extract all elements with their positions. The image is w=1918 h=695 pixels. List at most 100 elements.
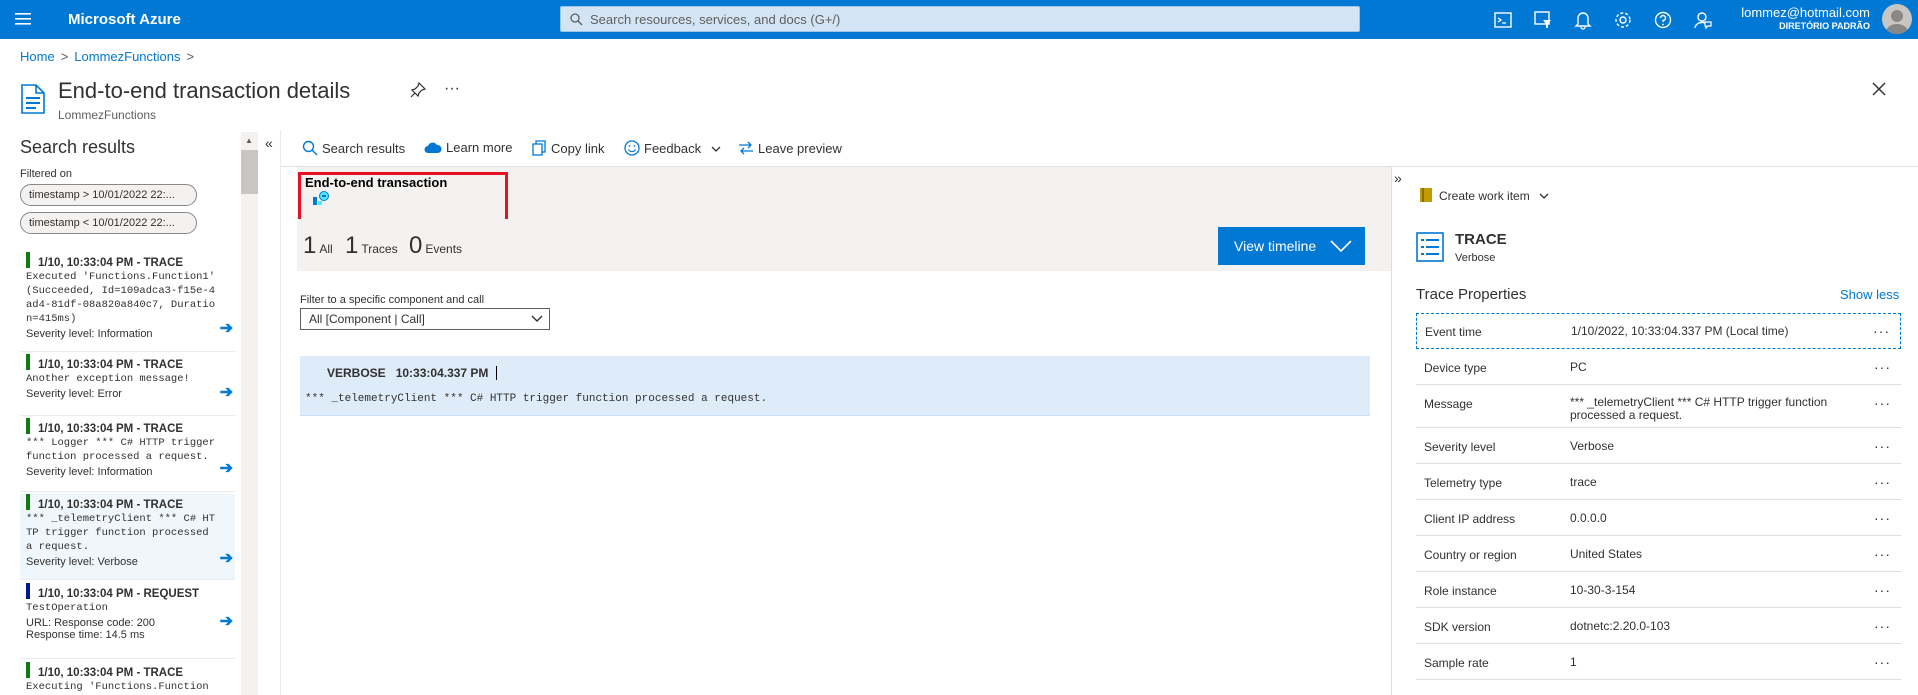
arrow-right-icon: ➔ bbox=[219, 384, 233, 401]
property-row[interactable]: Device type PC ··· bbox=[1416, 349, 1901, 385]
list-item-meta: Severity level: Information bbox=[26, 466, 153, 478]
list-item[interactable]: 1/10, 10:33:04 PM - TRACE Executed 'Func… bbox=[20, 252, 235, 352]
search-icon bbox=[302, 140, 318, 156]
filtered-on-label: Filtered on bbox=[20, 168, 72, 180]
arrow-right-icon: ➔ bbox=[219, 613, 233, 630]
property-row[interactable]: SDK version dotnetc:2.20.0-103 ··· bbox=[1416, 608, 1901, 644]
list-item[interactable]: 1/10, 10:33:04 PM - TRACE Another except… bbox=[20, 354, 235, 416]
breadcrumb-resource[interactable]: LommezFunctions bbox=[74, 49, 180, 64]
breadcrumb-separator: > bbox=[60, 49, 69, 64]
count-all-label: All bbox=[319, 242, 333, 256]
property-more-button[interactable]: ··· bbox=[1874, 582, 1891, 598]
search-input[interactable]: Search resources, services, and docs (G+… bbox=[560, 6, 1360, 32]
list-item-header: 1/10, 10:33:04 PM - TRACE bbox=[26, 662, 235, 679]
list-item[interactable]: 1/10, 10:33:04 PM - REQUEST TestOperatio… bbox=[20, 583, 235, 659]
property-row[interactable]: Role instance 10-30-3-154 ··· bbox=[1416, 572, 1901, 608]
property-more-button[interactable]: ··· bbox=[1873, 323, 1890, 339]
chevron-down-icon bbox=[531, 315, 543, 322]
page-subtitle: LommezFunctions bbox=[58, 108, 157, 122]
scrollbar-thumb[interactable] bbox=[241, 150, 258, 194]
notifications-icon[interactable] bbox=[1573, 10, 1593, 30]
property-more-button[interactable]: ··· bbox=[1874, 359, 1891, 375]
property-more-button[interactable]: ··· bbox=[1874, 546, 1891, 562]
trace-list-icon bbox=[1416, 232, 1444, 262]
trace-entry[interactable]: VERBOSE 10:33:04.337 PM *** _telemetryCl… bbox=[300, 356, 1370, 416]
property-row[interactable]: Telemetry type trace ··· bbox=[1416, 464, 1901, 500]
menu-icon[interactable] bbox=[14, 10, 32, 28]
account-menu[interactable]: lommez@hotmail.com DIRETÓRIO PADRÃO bbox=[1741, 5, 1870, 31]
list-item-selected[interactable]: 1/10, 10:33:04 PM - TRACE *** _telemetry… bbox=[20, 494, 235, 580]
property-row[interactable]: Severity level Verbose ··· bbox=[1416, 428, 1901, 464]
property-value: *** _telemetryClient *** C# HTTP trigger… bbox=[1570, 395, 1828, 422]
property-key: Event time bbox=[1425, 325, 1482, 339]
leave-preview-button[interactable]: Leave preview bbox=[738, 140, 842, 156]
property-more-button[interactable]: ··· bbox=[1874, 438, 1891, 454]
view-timeline-button[interactable]: View timeline bbox=[1218, 227, 1365, 265]
list-item[interactable]: 1/10, 10:33:04 PM - TRACE *** Logger ***… bbox=[20, 418, 235, 492]
search-results-button[interactable]: Search results bbox=[302, 140, 405, 156]
list-item-body: TestOperation bbox=[26, 602, 108, 614]
property-key: SDK version bbox=[1424, 620, 1491, 634]
list-item[interactable]: 1/10, 10:33:04 PM - TRACE Executing 'Fun… bbox=[20, 662, 235, 695]
expand-panel-icon[interactable]: » bbox=[1394, 170, 1402, 186]
property-row[interactable]: Client IP address 0.0.0.0 ··· bbox=[1416, 500, 1901, 536]
breadcrumb: Home > LommezFunctions > bbox=[20, 49, 200, 64]
search-placeholder: Search resources, services, and docs (G+… bbox=[590, 12, 841, 27]
close-icon[interactable] bbox=[1872, 82, 1886, 96]
page-title: End-to-end transaction details bbox=[58, 78, 351, 103]
list-item-meta: Response time: 14.5 ms bbox=[26, 629, 145, 641]
cloud-shell-icon[interactable] bbox=[1493, 10, 1513, 30]
property-more-button[interactable]: ··· bbox=[1874, 395, 1891, 411]
property-value: Verbose bbox=[1570, 439, 1615, 453]
help-icon[interactable] bbox=[1653, 10, 1673, 30]
scrollbar[interactable]: ▲ bbox=[241, 132, 258, 695]
list-item-meta: URL: Response code: 200 bbox=[26, 617, 156, 629]
breadcrumb-home[interactable]: Home bbox=[20, 49, 55, 64]
component-filter-dropdown[interactable]: All [Component | Call] bbox=[300, 308, 550, 330]
count-traces[interactable]: 1 Traces bbox=[345, 232, 398, 260]
property-row[interactable]: Message *** _telemetryClient *** C# HTTP … bbox=[1416, 385, 1901, 428]
learn-more-button[interactable]: Learn more bbox=[424, 140, 512, 155]
feedback-button[interactable]: Feedback bbox=[624, 140, 725, 156]
collapse-panel-icon[interactable]: « bbox=[265, 135, 273, 151]
show-less-link[interactable]: Show less bbox=[1840, 287, 1899, 302]
directory-filter-icon[interactable] bbox=[1533, 10, 1553, 30]
list-item-header: 1/10, 10:33:04 PM - TRACE bbox=[26, 418, 235, 435]
work-item-icon bbox=[1420, 188, 1432, 202]
count-all[interactable]: 1 All bbox=[303, 232, 333, 260]
property-more-button[interactable]: ··· bbox=[1874, 654, 1891, 670]
filter-chip[interactable]: timestamp > 10/01/2022 22:... bbox=[20, 184, 197, 206]
property-row[interactable]: Event time 1/10/2022, 10:33:04.337 PM (Lo… bbox=[1416, 313, 1901, 349]
view-timeline-label: View timeline bbox=[1234, 238, 1317, 254]
trace-entry-header: VERBOSE 10:33:04.337 PM bbox=[327, 366, 498, 380]
property-row[interactable]: Sample rate 1 ··· bbox=[1416, 644, 1901, 680]
create-work-item-button[interactable]: Create work item bbox=[1419, 187, 1555, 203]
brand-link[interactable]: Microsoft Azure bbox=[68, 11, 181, 28]
smiley-icon bbox=[624, 140, 640, 156]
list-item-body: *** Logger *** C# HTTP trigger function … bbox=[26, 437, 216, 463]
scroll-up-icon[interactable]: ▲ bbox=[245, 136, 253, 145]
property-key: Sample rate bbox=[1424, 656, 1489, 670]
property-more-button[interactable]: ··· bbox=[1874, 618, 1891, 634]
pin-icon[interactable] bbox=[410, 82, 426, 98]
settings-icon[interactable] bbox=[1613, 10, 1633, 30]
property-row[interactable]: Country or region United States ··· bbox=[1416, 536, 1901, 572]
search-icon bbox=[570, 13, 583, 26]
text-cursor bbox=[496, 366, 498, 380]
count-events[interactable]: 0 Events bbox=[409, 232, 462, 260]
filter-chip[interactable]: timestamp < 10/01/2022 22:... bbox=[20, 212, 197, 234]
feedback-icon[interactable] bbox=[1693, 10, 1713, 30]
cloud-icon bbox=[424, 142, 442, 153]
more-options-button[interactable]: ··· bbox=[444, 80, 460, 98]
list-item-body: Executing 'Functions.Function bbox=[26, 681, 209, 693]
property-more-button[interactable]: ··· bbox=[1874, 510, 1891, 526]
property-more-button[interactable]: ··· bbox=[1874, 474, 1891, 490]
search-results-title: Search results bbox=[20, 137, 136, 157]
trace-level: VERBOSE bbox=[327, 366, 386, 380]
avatar[interactable] bbox=[1882, 4, 1912, 34]
panel-divider bbox=[280, 130, 281, 695]
learn-more-label: Learn more bbox=[446, 140, 513, 155]
copy-link-button[interactable]: Copy link bbox=[532, 140, 604, 156]
user-directory: DIRETÓRIO PADRÃO bbox=[1779, 21, 1870, 31]
property-key: Severity level bbox=[1424, 440, 1496, 454]
